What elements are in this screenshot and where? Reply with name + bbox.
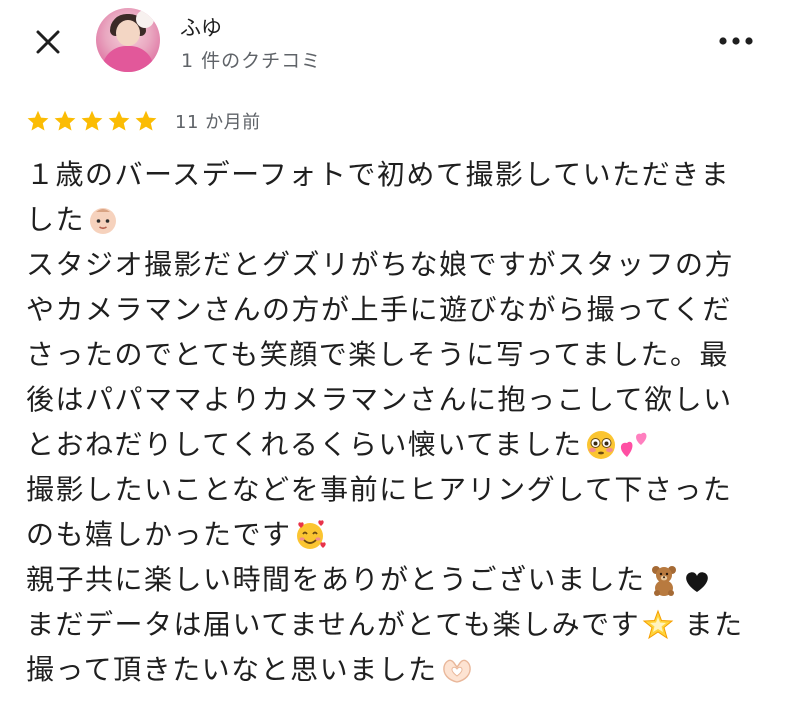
review-line: まだデータは届いてませんがとても楽しみです また bbox=[26, 602, 774, 647]
rating-row: 11 か月前 bbox=[26, 108, 261, 134]
more-vert-icon bbox=[719, 37, 753, 45]
review-line: 親子共に楽しい時間をありがとうございました bbox=[26, 557, 774, 602]
heart-hands-emoji bbox=[440, 654, 474, 699]
star-rating bbox=[26, 109, 158, 133]
more-options-button[interactable] bbox=[714, 24, 758, 58]
close-button[interactable] bbox=[28, 22, 68, 62]
close-icon bbox=[36, 30, 60, 54]
review-line: 撮影したいことなどを事前にヒアリングして下さった bbox=[26, 473, 733, 506]
glowing-star-emoji bbox=[642, 609, 674, 654]
review-line: 後はパパママよりカメラマンさんに抱っこして欲しい bbox=[26, 383, 733, 416]
review-line: した bbox=[26, 197, 774, 242]
review-line: さったのでとても笑顔で楽しそうに写ってました。最 bbox=[26, 338, 729, 371]
review-count: 1 件のクチコミ bbox=[181, 50, 322, 72]
star-icon bbox=[54, 110, 76, 131]
star-icon bbox=[81, 110, 103, 131]
review-line: やカメラマンさんの方が上手に遊びながら撮ってくだ bbox=[26, 293, 732, 326]
review-date: 11 か月前 bbox=[175, 112, 261, 133]
star-icon bbox=[27, 110, 49, 131]
review-line: １歳のバースデーフォトで初めて撮影していただきま bbox=[26, 158, 731, 191]
review-line: のも嬉しかったです bbox=[26, 512, 774, 557]
user-name[interactable]: ふゆ bbox=[180, 12, 222, 42]
review-line: とおねだりしてくれるくらい懐いてました bbox=[26, 422, 774, 467]
review-text: １歳のバースデーフォトで初めて撮影していただきま した スタジオ撮影だとグズリが… bbox=[26, 152, 774, 692]
review-line: スタジオ撮影だとグズリがちな娘ですがスタッフの方 bbox=[26, 248, 735, 281]
star-icon bbox=[108, 110, 130, 131]
star-icon bbox=[135, 110, 157, 131]
avatar[interactable] bbox=[96, 8, 160, 72]
